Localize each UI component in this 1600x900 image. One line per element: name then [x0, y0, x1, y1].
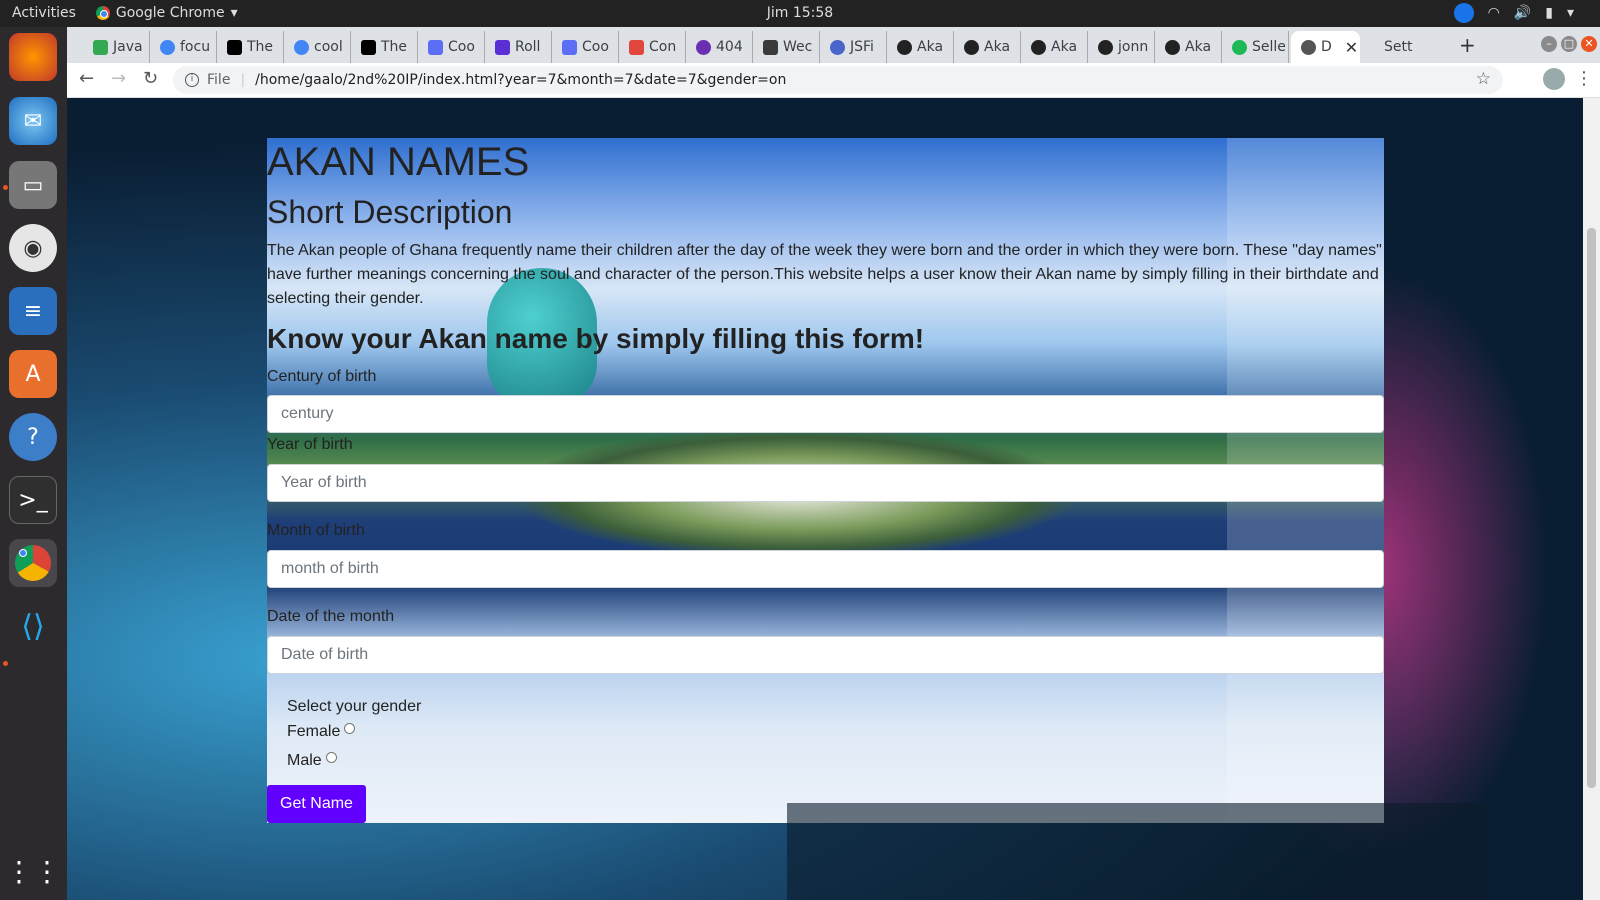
browser-tab[interactable]: Roll [485, 31, 552, 63]
bookmark-star-icon[interactable]: ☆ [1476, 69, 1491, 89]
browser-tab[interactable]: Aka [1155, 31, 1222, 63]
help-icon[interactable]: ? [9, 413, 57, 461]
browser-tab[interactable]: Coo [418, 31, 485, 63]
browser-tab[interactable]: The [351, 31, 418, 63]
maximize-icon[interactable]: □ [1561, 36, 1577, 52]
github-icon [1165, 39, 1180, 55]
century-label: Century of birth [267, 368, 377, 385]
browser-tab[interactable]: Wec [753, 31, 820, 63]
chevron-down-icon[interactable]: ▾ [1567, 5, 1574, 21]
tab-favicon-icon [696, 39, 711, 55]
firefox-icon[interactable] [9, 33, 57, 81]
url-text[interactable]: /home/gaalo/2nd%20IP/index.html?year=7&m… [255, 72, 786, 88]
browser-tab-active[interactable]: D ✕ [1291, 31, 1360, 63]
browser-tab[interactable]: jonn [1088, 31, 1155, 63]
tab-favicon-icon [160, 39, 175, 55]
tab-favicon-icon [294, 39, 309, 55]
browser-tab[interactable]: Java [83, 31, 150, 63]
system-top-bar: Activities Google Chrome ▾ Jim 15:58 ◠ 🔊… [0, 0, 1600, 27]
browser-tab[interactable]: 404 [686, 31, 753, 63]
github-icon [1031, 39, 1046, 55]
tab-favicon-icon [629, 39, 644, 55]
wifi-icon[interactable]: ◠ [1488, 5, 1500, 21]
clock[interactable]: Jim 15:58 [0, 5, 1600, 21]
browser-tab[interactable]: JSFi [820, 31, 887, 63]
form-card: AKAN NAMES Short Description The Akan pe… [267, 138, 1384, 823]
date-input[interactable] [267, 636, 1384, 674]
browser-tab[interactable]: Aka [954, 31, 1021, 63]
male-label: Male [287, 752, 322, 769]
browser-tab[interactable]: The [217, 31, 284, 63]
github-icon [964, 39, 979, 55]
volume-icon[interactable]: 🔊 [1514, 5, 1531, 21]
page-viewport: AKAN NAMES Short Description The Akan pe… [67, 98, 1583, 900]
browser-tab[interactable]: Selle [1222, 31, 1289, 63]
page-scrollbar[interactable] [1583, 98, 1600, 900]
tab-favicon-icon [495, 39, 510, 55]
github-icon [1098, 39, 1113, 55]
tab-favicon-icon [227, 39, 242, 55]
teamviewer-icon[interactable] [1453, 3, 1474, 23]
close-window-icon[interactable]: ✕ [1581, 36, 1597, 52]
form-heading: Know your Akan name by simply filling th… [267, 323, 925, 354]
browser-tab[interactable]: Con [619, 31, 686, 63]
battery-icon[interactable]: ▮ [1545, 5, 1553, 21]
vscode-icon[interactable]: ⟨⟩ [9, 602, 57, 650]
chrome-icon[interactable] [9, 539, 57, 587]
globe-icon [1301, 39, 1316, 55]
page-title: AKAN NAMES [267, 140, 530, 184]
info-icon[interactable]: i [185, 73, 199, 87]
browser-tab[interactable]: cool [284, 31, 351, 63]
new-tab-button[interactable]: + [1459, 33, 1476, 57]
description-text: The Akan people of Ghana frequently name… [267, 242, 1382, 307]
close-tab-icon[interactable]: ✕ [1345, 38, 1358, 57]
century-input[interactable] [267, 395, 1384, 433]
minimize-icon[interactable]: – [1541, 36, 1557, 52]
tab-favicon-icon [830, 39, 845, 55]
date-label: Date of the month [267, 608, 395, 625]
browser-toolbar: ← → ↻ i File | /home/gaalo/2nd%20IP/inde… [67, 63, 1600, 98]
address-bar[interactable]: i File | /home/gaalo/2nd%20IP/index.html… [173, 66, 1503, 94]
year-input[interactable] [267, 464, 1384, 502]
section-heading: Short Description [267, 194, 513, 230]
gender-label: Select your gender [287, 698, 422, 715]
forward-arrow-icon[interactable]: → [111, 68, 126, 89]
female-label: Female [287, 723, 341, 740]
month-label: Month of birth [267, 522, 365, 539]
female-radio[interactable] [344, 722, 356, 734]
browser-tab[interactable]: Aka [887, 31, 954, 63]
reload-icon[interactable]: ↻ [143, 68, 158, 89]
browser-tab[interactable]: Aka [1021, 31, 1088, 63]
url-scheme-label: File [207, 72, 231, 88]
get-name-button[interactable]: Get Name [267, 785, 366, 823]
tab-favicon-icon [763, 39, 778, 55]
apps-grid-icon[interactable]: ⋮⋮ [5, 847, 61, 895]
tab-favicon-icon [361, 39, 376, 55]
gender-group: Select your gender Female Male [287, 698, 421, 770]
github-icon [897, 39, 912, 55]
scrollbar-thumb[interactable] [1587, 228, 1596, 788]
tab-strip: Java focu The cool The Coo Roll Coo Con … [67, 27, 1600, 63]
browser-tab[interactable]: Coo [552, 31, 619, 63]
more-menu-icon[interactable]: ⋮ [1575, 68, 1593, 89]
browser-tab[interactable]: Sett [1360, 31, 1427, 63]
tab-favicon-icon [93, 39, 108, 55]
libreoffice-writer-icon[interactable]: ≡ [9, 287, 57, 335]
software-center-icon[interactable]: A [9, 350, 57, 398]
tab-favicon-icon [428, 39, 443, 55]
dock: ✉ ▭ ◉ ≡ A ? >_ ⟨⟩ ⋮⋮ [0, 27, 67, 900]
rhythmbox-icon[interactable]: ◉ [9, 224, 57, 272]
male-radio[interactable] [325, 751, 337, 763]
month-input[interactable] [267, 550, 1384, 588]
tab-favicon-icon [562, 39, 577, 55]
files-icon[interactable]: ▭ [9, 161, 57, 209]
profile-avatar[interactable] [1543, 68, 1565, 90]
terminal-icon[interactable]: >_ [9, 476, 57, 524]
back-arrow-icon[interactable]: ← [79, 68, 94, 89]
browser-tab[interactable]: focu [150, 31, 217, 63]
year-label: Year of birth [267, 436, 353, 453]
thunderbird-icon[interactable]: ✉ [9, 97, 57, 145]
tab-favicon-icon [1232, 39, 1247, 55]
